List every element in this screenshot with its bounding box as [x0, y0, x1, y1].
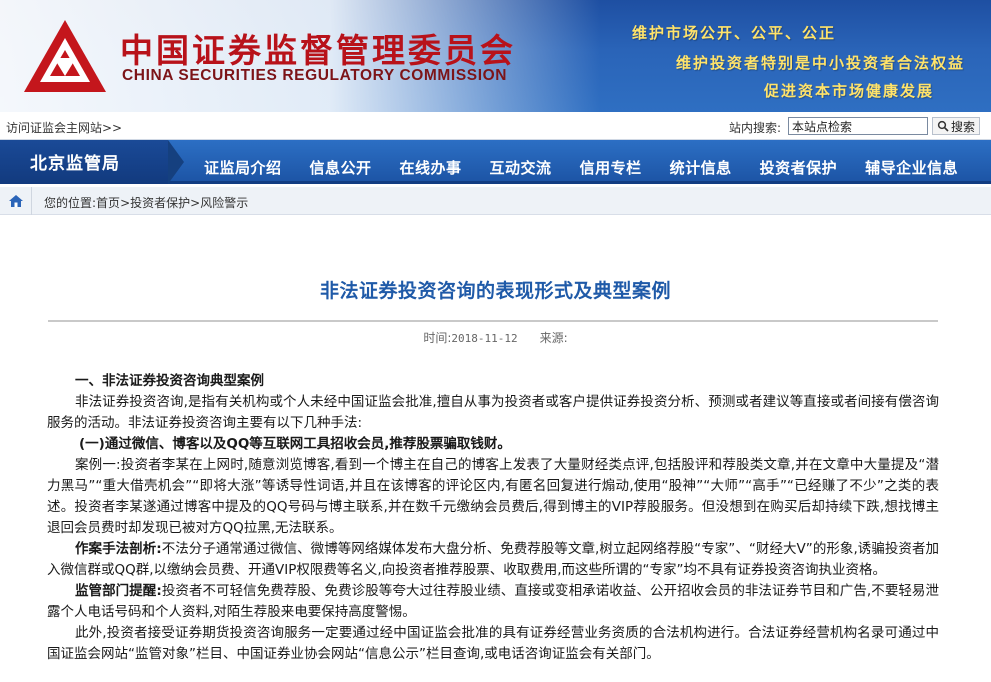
breadcrumb-prefix: 您的位置: — [44, 196, 97, 210]
section-heading: 一、非法证券投资咨询典型案例 — [75, 373, 264, 389]
article-title: 非法证券投资咨询的表现形式及典型案例 — [319, 280, 671, 302]
slogan-1: 维护市场公开、公平、公正 — [632, 24, 837, 42]
breadcrumb-item-home[interactable]: 首页 — [96, 196, 120, 210]
warning-paragraph: 监管部门提醒:投资者不可轻信免费荐股、免费诊股等夸大过往荐股业绩、直接或变相承诺… — [47, 581, 939, 623]
modus-text: 不法分子通常通过微信、微博等网络媒体发布大盘分析、免费荐股等文章,树立起网络荐股… — [47, 541, 939, 578]
intro-paragraph: 非法证券投资咨询,是指有关机构或个人未经中国证监会批准,擅自从事为投资者或客户提… — [47, 394, 939, 431]
search-button[interactable]: 搜索 — [932, 117, 980, 135]
nav-items: 证监局介绍 信息公开 在线办事 互动交流 信用专栏 统计信息 投资者保护 辅导企… — [190, 140, 972, 184]
org-name-en: CHINA SECURITIES REGULATORY COMMISSION — [122, 67, 508, 84]
date-label: 时间: — [423, 331, 452, 345]
nav-item-tutoring-info[interactable]: 辅导企业信息 — [851, 140, 972, 184]
slogan-2: 维护投资者特别是中小投资者合法权益 — [676, 54, 966, 72]
utility-bar: 访问证监会主网站>> 站内搜索: 搜索 — [0, 112, 991, 140]
bureau-name[interactable]: 北京监管局 — [0, 140, 184, 184]
breadcrumb-separator: > — [120, 196, 131, 210]
breadcrumb: 您的位置:首页>投资者保护>风险警示 — [0, 187, 991, 215]
article-date: 2018-11-12 — [451, 332, 518, 345]
case-paragraph: 案例一:投资者李某在上网时,随意浏览博客,看到一个博主在自己的博客上发表了大量财… — [47, 457, 939, 536]
extra-paragraph: 此外,投资者接受证券期货投资咨询服务一定要通过经中国证监会批准的具有证券经营业务… — [47, 625, 939, 662]
article-meta: 时间:2018-11-12 来源: — [0, 329, 991, 346]
home-link[interactable] — [0, 187, 32, 215]
csrc-logo-icon[interactable] — [22, 18, 108, 94]
breadcrumb-separator: > — [190, 196, 201, 210]
breadcrumb-item-investor-protection[interactable]: 投资者保护 — [130, 196, 190, 210]
visit-main-site-link[interactable]: 访问证监会主网站>> — [6, 119, 122, 136]
article-body: 一、非法证券投资咨询典型案例 非法证券投资咨询,是指有关机构或个人未经中国证监会… — [47, 371, 939, 665]
nav-item-interaction[interactable]: 互动交流 — [476, 140, 566, 184]
subsection-heading: (一)通过微信、博客以及QQ等互联网工具招收会员,推荐股票骗取钱财。 — [79, 436, 511, 452]
magnifier-icon — [937, 120, 949, 132]
slogan-3: 促进资本市场健康发展 — [764, 82, 935, 100]
search-button-label: 搜索 — [950, 119, 975, 134]
nav-item-bureau-intro[interactable]: 证监局介绍 — [190, 140, 296, 184]
nav-item-investor-protection[interactable]: 投资者保护 — [746, 140, 852, 184]
nav-item-statistics[interactable]: 统计信息 — [656, 140, 746, 184]
breadcrumb-trail: 您的位置:首页>投资者保护>风险警示 — [44, 194, 248, 211]
source-label: 来源: — [539, 331, 568, 345]
search-label: 站内搜索: — [729, 121, 782, 135]
site-search-input[interactable] — [788, 117, 928, 135]
modus-label: 作案手法剖析: — [75, 541, 162, 557]
title-divider — [48, 320, 938, 322]
warning-label: 监管部门提醒: — [75, 583, 162, 599]
nav-item-credit[interactable]: 信用专栏 — [566, 140, 656, 184]
org-name-cn: 中国证券监督管理委员会 — [120, 31, 516, 70]
warning-text: 投资者不可轻信免费荐股、免费诊股等夸大过往荐股业绩、直接或变相承诺收益、公开招收… — [47, 583, 939, 620]
site-banner: 中国证券监督管理委员会 CHINA SECURITIES REGULATORY … — [0, 0, 991, 112]
home-icon — [8, 195, 23, 207]
breadcrumb-item-risk-warning[interactable]: 风险警示 — [200, 196, 248, 210]
nav-item-online-services[interactable]: 在线办事 — [386, 140, 476, 184]
nav-item-info-disclosure[interactable]: 信息公开 — [296, 140, 386, 184]
main-nav: 北京监管局 证监局介绍 信息公开 在线办事 互动交流 信用专栏 统计信息 投资者… — [0, 140, 991, 184]
modus-paragraph: 作案手法剖析:不法分子通常通过微信、微博等网络媒体发布大盘分析、免费荐股等文章,… — [47, 539, 939, 581]
